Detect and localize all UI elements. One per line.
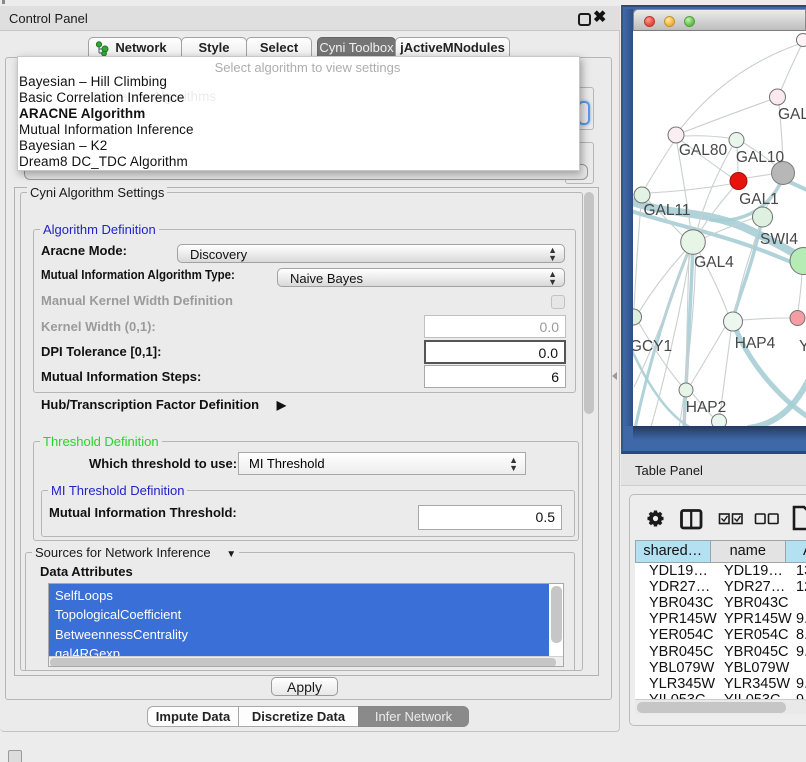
svg-text:GAL1: GAL1 — [739, 191, 779, 208]
svg-text:GAL80: GAL80 — [679, 142, 728, 159]
svg-text:HAP4: HAP4 — [735, 335, 776, 352]
svg-text:GAL7: GAL7 — [778, 106, 806, 123]
svg-text:YM: YM — [799, 338, 806, 355]
svg-text:HAP2: HAP2 — [686, 399, 727, 416]
svg-text:GAL11: GAL11 — [643, 202, 690, 219]
svg-text:SWI4: SWI4 — [760, 231, 798, 248]
svg-text:GAL10: GAL10 — [736, 149, 785, 166]
svg-text:GCY1: GCY1 — [633, 338, 672, 355]
svg-text:GAL4: GAL4 — [694, 254, 734, 271]
